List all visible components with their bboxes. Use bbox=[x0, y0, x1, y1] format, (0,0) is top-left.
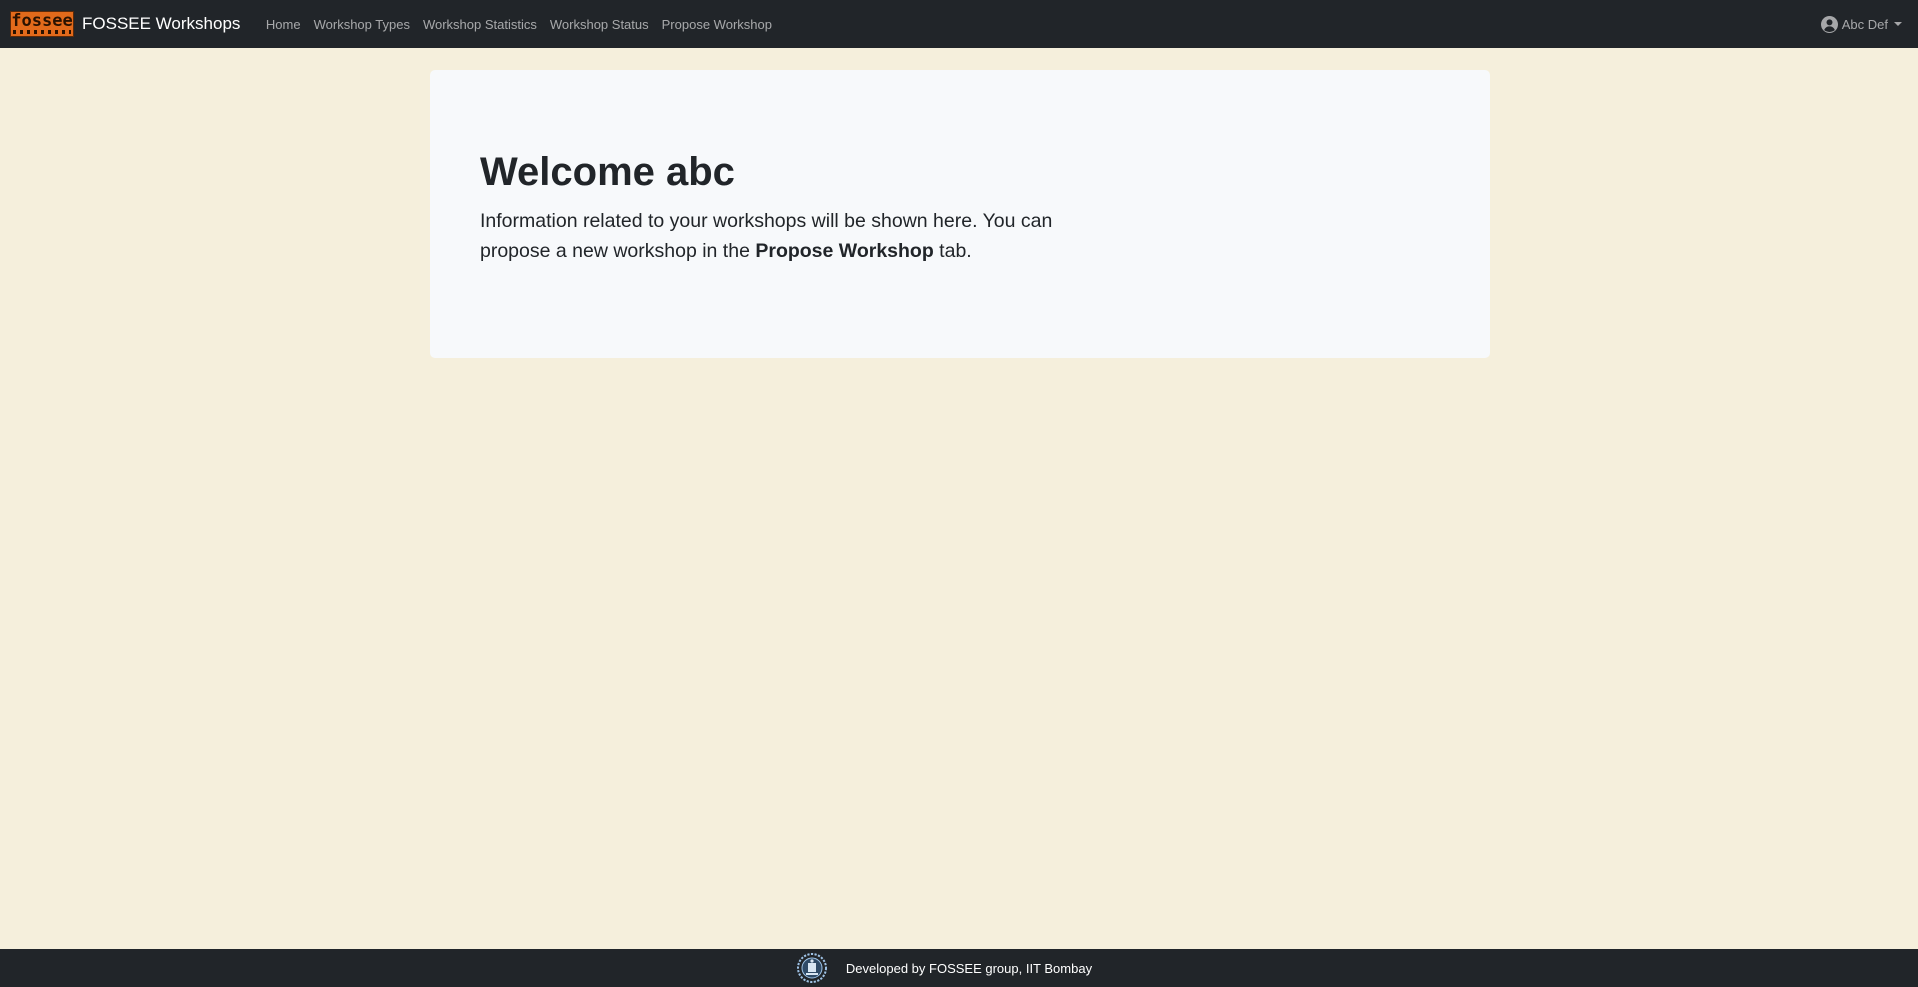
top-navbar: fossee FOSSEE Workshops Home Workshop Ty… bbox=[0, 0, 1918, 48]
welcome-text: Information related to your workshops wi… bbox=[480, 210, 1053, 262]
footer-text: Developed by FOSSEE group, IIT Bombay bbox=[845, 960, 1093, 976]
user-menu-dropdown[interactable]: Abc Def bbox=[1820, 0, 1902, 48]
user-circle-icon bbox=[1820, 15, 1838, 33]
nav-propose-workshop[interactable]: Propose Workshop bbox=[655, 17, 778, 32]
footer: Developed by FOSSEE group, IIT Bombay bbox=[0, 949, 1918, 987]
fossee-logo: fossee bbox=[10, 11, 74, 37]
iit-bombay-emblem-icon bbox=[796, 953, 827, 983]
propose-workshop-emphasis: Propose Workshop bbox=[755, 240, 934, 262]
nav-links: Home Workshop Types Workshop Statistics … bbox=[259, 17, 778, 32]
caret-down-icon bbox=[1894, 22, 1902, 26]
user-name: Abc Def bbox=[1841, 16, 1888, 32]
nav-workshop-statistics[interactable]: Workshop Statistics bbox=[416, 17, 543, 32]
nav-home[interactable]: Home bbox=[259, 17, 307, 32]
brand-title: FOSSEE Workshops bbox=[82, 14, 241, 33]
welcome-card: Welcome abc Information related to your … bbox=[430, 70, 1490, 358]
page-title: Welcome abc bbox=[480, 150, 735, 194]
brand-link[interactable]: fossee FOSSEE Workshops bbox=[10, 11, 240, 37]
nav-workshop-types[interactable]: Workshop Types bbox=[307, 17, 416, 32]
nav-workshop-status[interactable]: Workshop Status bbox=[543, 17, 655, 32]
